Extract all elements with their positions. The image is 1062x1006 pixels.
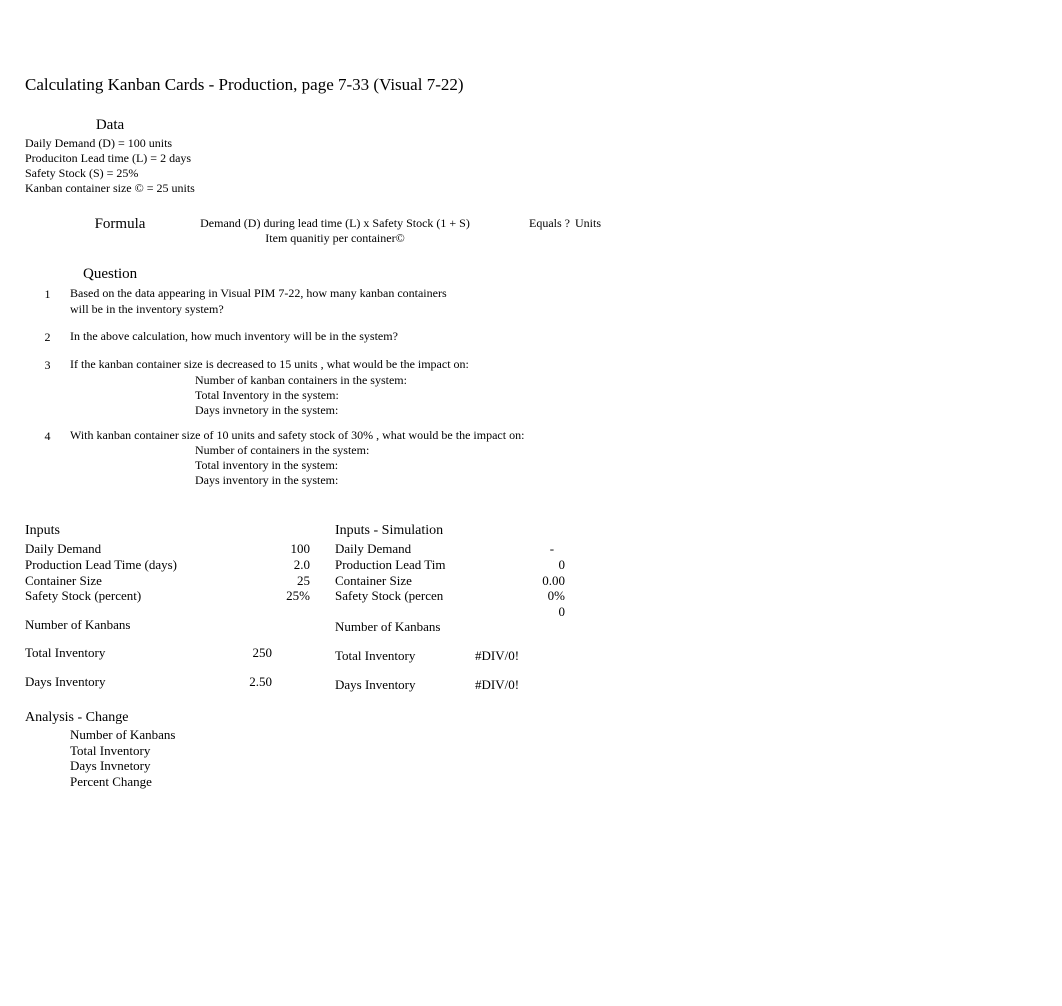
input-label: Daily Demand <box>25 541 225 557</box>
input-label: Days Inventory <box>25 674 225 690</box>
question-line: In the above calculation, how much inven… <box>70 329 1037 345</box>
question-number: 2 <box>25 329 70 345</box>
question-sub: Total inventory in the system: <box>195 458 1037 473</box>
analysis-line: Percent Change <box>70 774 1037 790</box>
question-sub: Number of containers in the system: <box>195 443 1037 458</box>
formula-label: Formula <box>25 216 195 233</box>
formula-numerator: Demand (D) during lead time (L) x Safety… <box>195 216 475 231</box>
formula-section: Formula Demand (D) during lead time (L) … <box>25 216 1037 246</box>
data-line: Kanban container size © = 25 units <box>25 181 1037 196</box>
sim-row: Days Inventory #DIV/0! <box>335 677 595 693</box>
input-label: Container Size <box>25 573 225 589</box>
sim-label <box>335 604 475 620</box>
sim-label: Daily Demand <box>335 541 469 557</box>
sim-value: - <box>469 541 595 557</box>
question-number: 1 <box>25 286 70 317</box>
input-row: Number of Kanbans <box>25 617 335 633</box>
sim-label: Safety Stock (percen <box>335 588 475 604</box>
formula-equals: Equals ? <box>475 216 570 231</box>
formula-denominator: Item quanitiy per container© <box>195 231 475 246</box>
analysis-line: Number of Kanbans <box>70 727 1037 743</box>
sim-header: Inputs - Simulation <box>335 523 595 539</box>
question-line: will be in the inventory system? <box>70 302 1037 318</box>
inputs-section: Inputs Daily Demand 100 Production Lead … <box>25 523 1037 692</box>
question-text: With kanban container size of 10 units a… <box>70 428 1037 489</box>
question-3: 3 If the kanban container size is decrea… <box>25 357 1037 418</box>
sim-value: #DIV/0! <box>475 648 523 664</box>
input-value <box>225 617 310 633</box>
sim-value: #DIV/0! <box>475 677 523 693</box>
question-2: 2 In the above calculation, how much inv… <box>25 329 1037 345</box>
inputs-column: Inputs Daily Demand 100 Production Lead … <box>25 523 335 692</box>
sim-value: 0 <box>475 604 565 620</box>
question-text: If the kanban container size is decrease… <box>70 357 1037 418</box>
input-label: Total Inventory <box>25 645 225 661</box>
question-sub: Total Inventory in the system: <box>195 388 1037 403</box>
formula-body: Demand (D) during lead time (L) x Safety… <box>195 216 475 246</box>
input-row: Days Inventory 2.50 <box>25 674 335 690</box>
sim-row: Daily Demand - <box>335 541 595 557</box>
input-row: Container Size 25 <box>25 573 335 589</box>
simulation-column: Inputs - Simulation Daily Demand - Produ… <box>335 523 595 692</box>
input-label: Number of Kanbans <box>25 617 225 633</box>
question-1: 1 Based on the data appearing in Visual … <box>25 286 1037 317</box>
data-line: Safety Stock (S) = 25% <box>25 166 1037 181</box>
sim-row: Container Size 0.00 <box>335 573 595 589</box>
question-number: 3 <box>25 357 70 418</box>
analysis-header: Analysis - Change <box>25 710 1037 726</box>
sim-label: Production Lead Tim <box>335 557 475 573</box>
formula-units: Units <box>570 216 601 231</box>
input-value: 25 <box>225 573 310 589</box>
sim-row: Total Inventory #DIV/0! <box>335 648 595 664</box>
page-title: Calculating Kanban Cards - Production, p… <box>25 75 1037 95</box>
input-value: 2.0 <box>225 557 310 573</box>
sim-value: 0% <box>475 588 565 604</box>
question-sub: Days inventory in the system: <box>195 473 1037 488</box>
analysis-line: Days Invnetory <box>70 758 1037 774</box>
sim-label: Number of Kanbans <box>335 619 475 635</box>
sim-value: 0 <box>475 557 565 573</box>
question-number: 4 <box>25 428 70 489</box>
data-header: Data <box>25 117 195 134</box>
input-label: Safety Stock (percent) <box>25 588 225 604</box>
input-value: 25% <box>225 588 310 604</box>
sim-row: Production Lead Tim 0 <box>335 557 595 573</box>
question-text: In the above calculation, how much inven… <box>70 329 1037 345</box>
data-line: Daily Demand (D) = 100 units <box>25 136 1037 151</box>
input-row: Total Inventory 250 <box>25 645 335 661</box>
data-section: Data Daily Demand (D) = 100 units Produc… <box>25 117 1037 196</box>
input-value: 2.50 <box>225 674 272 690</box>
inputs-header: Inputs <box>25 523 335 539</box>
sim-row: 0 <box>335 604 595 620</box>
input-label: Production Lead Time (days) <box>25 557 225 573</box>
question-line: If the kanban container size is decrease… <box>70 357 1037 373</box>
question-line: Based on the data appearing in Visual PI… <box>70 286 1037 302</box>
analysis-section: Analysis - Change Number of Kanbans Tota… <box>25 710 1037 789</box>
question-text: Based on the data appearing in Visual PI… <box>70 286 1037 317</box>
input-value: 250 <box>225 645 272 661</box>
sim-label: Days Inventory <box>335 677 475 693</box>
analysis-line: Total Inventory <box>70 743 1037 759</box>
sim-value <box>475 619 565 635</box>
sim-label: Container Size <box>335 573 475 589</box>
data-line: Produciton Lead time (L) = 2 days <box>25 151 1037 166</box>
sim-label: Total Inventory <box>335 648 475 664</box>
question-header: Question <box>83 266 1037 283</box>
input-row: Safety Stock (percent) 25% <box>25 588 335 604</box>
sim-row: Number of Kanbans <box>335 619 595 635</box>
question-4: 4 With kanban container size of 10 units… <box>25 428 1037 489</box>
sim-value: 0.00 <box>475 573 565 589</box>
question-sub: Days invnetory in the system: <box>195 403 1037 418</box>
question-sub: Number of kanban containers in the syste… <box>195 373 1037 388</box>
input-row: Daily Demand 100 <box>25 541 335 557</box>
question-line: With kanban container size of 10 units a… <box>70 428 1037 444</box>
page-container: Calculating Kanban Cards - Production, p… <box>0 0 1062 815</box>
input-value: 100 <box>225 541 310 557</box>
sim-row: Safety Stock (percen 0% <box>335 588 595 604</box>
input-row: Production Lead Time (days) 2.0 <box>25 557 335 573</box>
